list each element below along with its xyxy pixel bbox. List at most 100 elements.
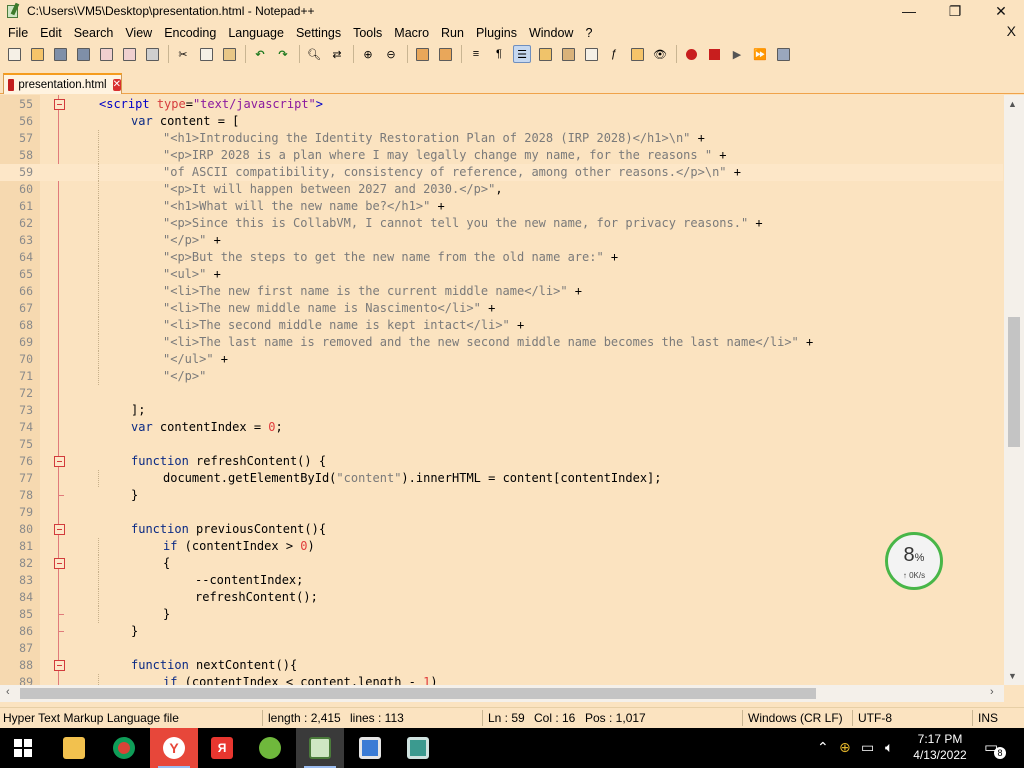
fold-toggle-icon[interactable] [54,660,65,671]
show-all-chars-icon[interactable]: ¶ [490,45,508,63]
menu-tools[interactable]: Tools [347,26,388,40]
sync-vertical-icon[interactable] [413,45,431,63]
network-icon[interactable]: ▭ [861,739,874,756]
code-line[interactable]: 74 var contentIndex = 0; [0,419,1003,436]
notification-center-icon[interactable]: ▭ 8 [984,738,1006,759]
fold-toggle-icon[interactable] [54,524,65,535]
menu-run[interactable]: Run [435,26,470,40]
redo-icon[interactable]: ↷ [274,45,292,63]
file-explorer-icon[interactable] [50,728,98,768]
code-line[interactable]: 67 "<li>The new middle name is Nascimento… [0,300,1003,317]
app-window-icon[interactable] [346,728,394,768]
sync-horizontal-icon[interactable] [436,45,454,63]
cut-icon[interactable]: ✂ [174,45,192,63]
network-monitor-widget[interactable]: 8% ↑ 0K/s [885,532,943,590]
code-line[interactable]: 83 --contentIndex; [0,572,1003,589]
new-file-icon[interactable] [5,45,23,63]
tab-close-icon[interactable]: ✕ [112,78,121,91]
code-line[interactable]: 63 "</p>" + [0,232,1003,249]
save-icon[interactable] [51,45,69,63]
code-line[interactable]: 59 "of ASCII compatibility, consistency o… [0,164,1003,181]
zoom-out-icon[interactable]: ⊖ [382,45,400,63]
print-icon[interactable] [143,45,161,63]
code-line[interactable]: 69 "<li>The last name is removed and the … [0,334,1003,351]
close-all-icon[interactable] [120,45,138,63]
save-macro-icon[interactable] [774,45,792,63]
windows-start-icon[interactable] [14,739,32,757]
udl-icon[interactable] [536,45,554,63]
scroll-left-icon[interactable]: ‹ [6,686,10,698]
minimize-button[interactable]: — [886,0,932,22]
monitoring-icon[interactable]: 👁︎ [651,45,669,63]
code-line[interactable]: 65 "<ul>" + [0,266,1003,283]
code-line[interactable]: 58 "<p>IRP 2028 is a plan where I may leg… [0,147,1003,164]
open-file-icon[interactable] [28,45,46,63]
menu-window[interactable]: Window [523,26,579,40]
status-eol[interactable]: Windows (CR LF) [748,711,843,725]
indent-guide-icon[interactable]: ☰ [513,45,531,63]
stop-macro-icon[interactable] [705,45,723,63]
show-hidden-icons-icon[interactable]: ⌃ [817,739,829,756]
horizontal-scroll-thumb[interactable] [20,688,816,699]
menu-view[interactable]: View [119,26,158,40]
save-all-icon[interactable] [74,45,92,63]
run-macro-multiple-icon[interactable]: ⏩ [751,45,769,63]
maximize-button[interactable]: ❐ [932,0,978,22]
copy-icon[interactable] [197,45,215,63]
code-line[interactable]: 78} [0,487,1003,504]
menu-search[interactable]: Search [68,26,120,40]
code-line[interactable]: 73]; [0,402,1003,419]
code-line[interactable]: 81 if (contentIndex > 0) [0,538,1003,555]
scroll-up-icon[interactable]: ▲ [1008,99,1017,109]
word-wrap-icon[interactable]: ≡ [467,45,485,63]
code-line[interactable]: 55 <script type="text/javascript"> [0,96,1003,113]
vertical-scroll-thumb[interactable] [1008,317,1020,447]
volume-icon[interactable]: 🔈︎ [885,739,893,756]
close-button[interactable]: ✕ [978,0,1024,22]
notepadpp-taskbar-icon[interactable] [296,728,344,768]
code-line[interactable]: 62 "<p>Since this is CollabVM, I cannot t… [0,215,1003,232]
menu-encoding[interactable]: Encoding [158,26,222,40]
code-editor[interactable]: 55 <script type="text/javascript"> 56 var c… [0,95,1024,685]
tray-app-icon[interactable]: ⊕ [839,739,851,756]
replace-icon[interactable]: ⇄ [328,45,346,63]
function-list-icon[interactable]: ƒ [605,45,623,63]
menu-file[interactable]: File [2,26,34,40]
code-line[interactable]: 82 { [0,555,1003,572]
yandex-icon[interactable]: Я [198,728,246,768]
menu-help[interactable]: ? [579,26,598,40]
globe-app-icon[interactable] [246,728,294,768]
undo-icon[interactable]: ↶ [251,45,269,63]
zoom-in-icon[interactable]: ⊕ [359,45,377,63]
code-line[interactable]: 57 "<h1>Introducing the Identity Restorat… [0,130,1003,147]
code-line[interactable]: 72 [0,385,1003,402]
code-line[interactable]: 84 refreshContent(); [0,589,1003,606]
code-line[interactable]: 85} [0,606,1003,623]
control-panel-icon[interactable] [394,728,442,768]
code-line[interactable]: 88 function nextContent(){ [0,657,1003,674]
vertical-scrollbar[interactable]: ▲ ▼ [1004,95,1024,685]
code-line[interactable]: 89 if (contentIndex < content.length - 1) [0,674,1003,685]
code-line[interactable]: 87 [0,640,1003,657]
fold-toggle-icon[interactable] [54,99,65,110]
code-line[interactable]: 68 "<li>The second middle name is kept in… [0,317,1003,334]
fold-toggle-icon[interactable] [54,558,65,569]
menu-settings[interactable]: Settings [290,26,347,40]
code-line[interactable]: 61 "<h1>What will the new name be?</h1>" … [0,198,1003,215]
horizontal-scrollbar[interactable]: ‹ › [0,685,1004,702]
code-line[interactable]: 56 var content = [ [0,113,1003,130]
menu-language[interactable]: Language [222,26,290,40]
folder-workspace-icon[interactable] [628,45,646,63]
paste-icon[interactable] [220,45,238,63]
status-insert-mode[interactable]: INS [978,711,998,725]
find-icon[interactable]: 🔍︎ [305,45,323,63]
doc-list-icon[interactable] [582,45,600,63]
yandex-browser-icon[interactable]: Y [150,728,198,768]
code-line[interactable]: 64 "<p>But the steps to get the new name … [0,249,1003,266]
code-line[interactable]: 79 [0,504,1003,521]
menu-macro[interactable]: Macro [388,26,435,40]
doc-map-icon[interactable] [559,45,577,63]
code-line[interactable]: 80 function previousContent(){ [0,521,1003,538]
menu-plugins[interactable]: Plugins [470,26,523,40]
tab-presentation-html[interactable]: presentation.html ✕ [3,73,122,94]
